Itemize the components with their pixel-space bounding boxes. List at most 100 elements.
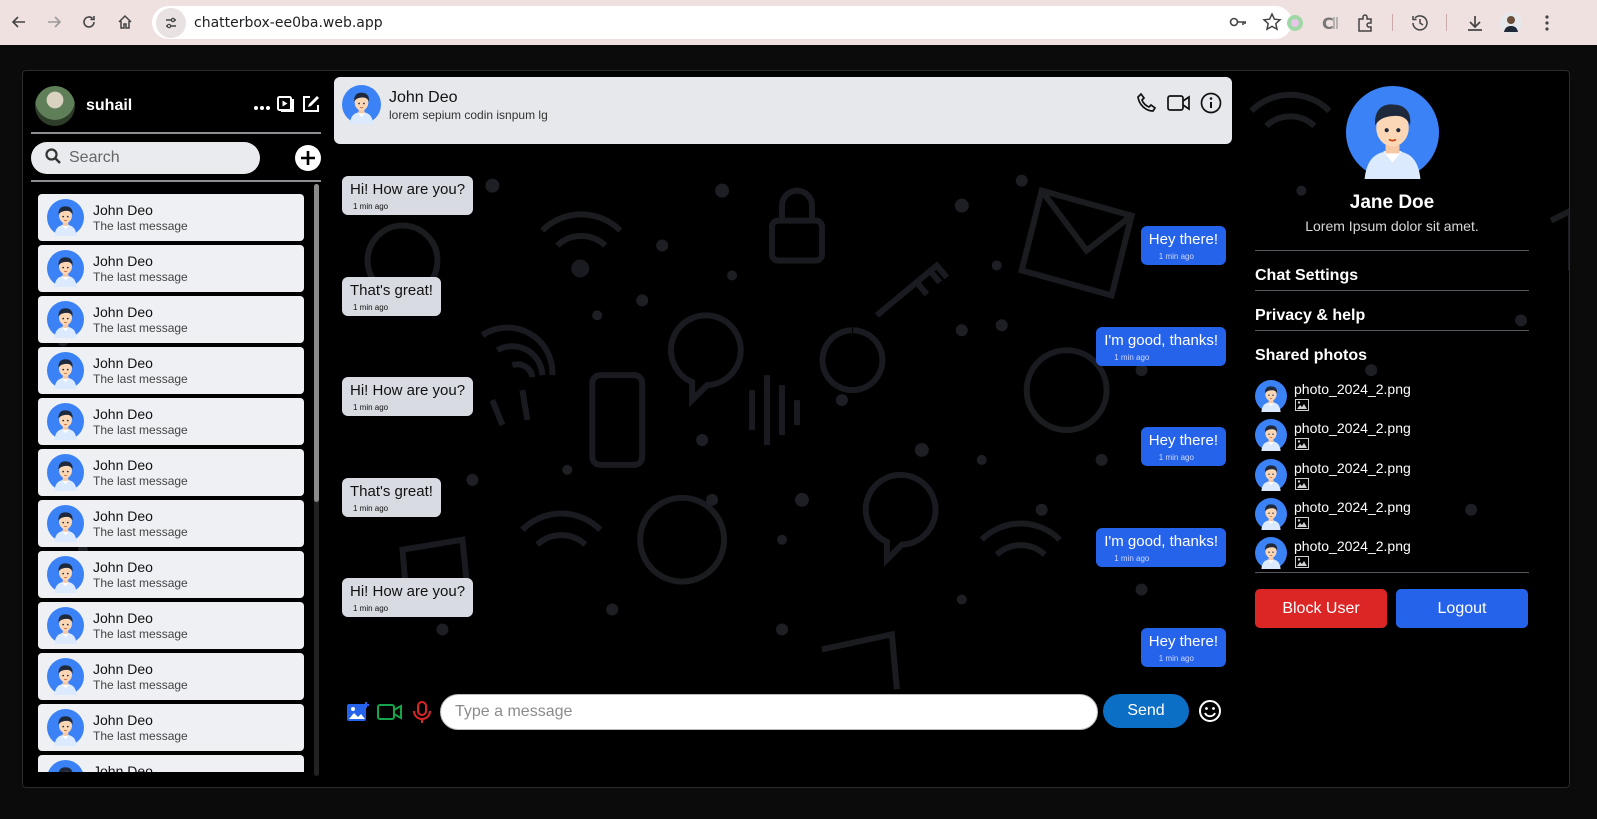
extension-icon[interactable]: [1283, 11, 1307, 35]
avatar: [1255, 498, 1287, 530]
image-icon: [1295, 399, 1309, 411]
photo-filename: photo_2024_2.png: [1294, 381, 1411, 397]
chat-list-item[interactable]: John DeoThe last message: [38, 704, 304, 751]
phone-icon[interactable]: [1136, 92, 1158, 119]
chat-list-scrollbar[interactable]: [314, 184, 319, 776]
chat-list-item[interactable]: John DeoThe last message: [38, 296, 304, 343]
video-play-icon[interactable]: [277, 95, 295, 118]
add-chat-button[interactable]: [295, 145, 321, 171]
outgoing-message[interactable]: Hey there! 1 min ago: [1140, 427, 1226, 466]
divider: [1255, 572, 1529, 573]
chat-list-item[interactable]: John DeoThe last message: [38, 347, 304, 394]
incoming-message[interactable]: That's great! 1 min ago: [342, 478, 441, 517]
divider: [1255, 250, 1529, 251]
site-info-icon[interactable]: [156, 7, 186, 38]
chat-item-name: John Deo: [93, 304, 153, 320]
message-text: I'm good, thanks!: [1104, 533, 1218, 550]
search-box[interactable]: [31, 142, 260, 174]
privacy-help-option[interactable]: Privacy & help: [1255, 307, 1365, 325]
microphone-icon[interactable]: [412, 701, 436, 723]
avatar: [47, 505, 84, 542]
chat-list-item[interactable]: John DeoThe last message: [38, 449, 304, 496]
edit-compose-icon[interactable]: [301, 94, 321, 119]
incoming-message[interactable]: Hi! How are you? 1 min ago: [342, 176, 474, 215]
shared-photo-item[interactable]: photo_2024_2.png: [1255, 498, 1529, 532]
message-composer: Send: [342, 691, 1221, 731]
message-timestamp: 1 min ago: [1114, 353, 1150, 362]
profile-avatar-icon[interactable]: [1499, 11, 1523, 35]
outgoing-message[interactable]: Hey there! 1 min ago: [1140, 226, 1226, 265]
outgoing-message[interactable]: Hey there! 1 min ago: [1140, 628, 1226, 667]
plus-icon: [301, 151, 315, 165]
home-icon[interactable]: [112, 9, 138, 35]
message-text: That's great!: [350, 282, 433, 299]
contact-details-panel: Jane Doe Lorem Ipsum dolor sit amet. Cha…: [1255, 79, 1529, 781]
search-input[interactable]: [69, 149, 239, 167]
shared-photo-item[interactable]: photo_2024_2.png: [1255, 419, 1529, 453]
chat-list-item[interactable]: John DeoThe last message: [38, 551, 304, 598]
chat-settings-option[interactable]: Chat Settings: [1255, 267, 1358, 285]
chat-item-name: John Deo: [93, 253, 153, 269]
bookmark-star-icon[interactable]: [1262, 12, 1282, 37]
shared-photo-item[interactable]: photo_2024_2.png: [1255, 459, 1529, 493]
chat-list-item[interactable]: John DeoThe last message: [38, 500, 304, 547]
browser-toolbar: chatterbox-ee0ba.web.app C: [0, 0, 1597, 45]
scrollbar-thumb[interactable]: [314, 184, 319, 502]
chat-item-last-message: The last message: [93, 219, 188, 233]
avatar: [1255, 459, 1287, 491]
extension-c-icon[interactable]: C: [1318, 11, 1342, 35]
info-icon[interactable]: [1200, 92, 1222, 119]
avatar[interactable]: [1346, 86, 1439, 179]
chat-item-name: John Deo: [93, 406, 153, 422]
reload-icon[interactable]: [76, 9, 102, 35]
chat-item-name: John Deo: [93, 355, 153, 371]
photo-filename: photo_2024_2.png: [1294, 420, 1411, 437]
shared-photo-item[interactable]: photo_2024_2.png: [1255, 537, 1529, 571]
avatar: [1255, 419, 1287, 451]
password-key-icon[interactable]: [1228, 12, 1248, 37]
forward-icon[interactable]: [41, 9, 67, 35]
chat-list-item[interactable]: John DeoThe last message: [38, 653, 304, 700]
avatar[interactable]: [35, 86, 75, 126]
message-input[interactable]: [440, 694, 1098, 730]
back-icon[interactable]: [6, 9, 32, 35]
outgoing-message[interactable]: I'm good, thanks! 1 min ago: [1096, 528, 1226, 567]
svg-text:C: C: [1322, 14, 1334, 33]
emoji-icon[interactable]: [1198, 699, 1222, 723]
address-bar[interactable]: chatterbox-ee0ba.web.app: [152, 6, 1292, 39]
chat-item-name: John Deo: [93, 457, 153, 473]
chat-list-item[interactable]: John DeoThe last message: [38, 602, 304, 649]
outgoing-message[interactable]: I'm good, thanks! 1 min ago: [1096, 327, 1226, 366]
message-text: Hey there!: [1148, 432, 1218, 449]
message-timestamp: 1 min ago: [353, 202, 389, 211]
block-user-button[interactable]: Block User: [1255, 589, 1387, 628]
incoming-message[interactable]: That's great! 1 min ago: [342, 277, 441, 316]
more-options-icon[interactable]: [253, 98, 271, 116]
download-icon[interactable]: [1463, 11, 1487, 35]
video-record-icon[interactable]: [377, 701, 402, 723]
avatar[interactable]: [342, 85, 381, 124]
shared-photo-item[interactable]: photo_2024_2.png: [1255, 380, 1529, 414]
search-row: [31, 142, 321, 176]
image-upload-icon[interactable]: [346, 701, 370, 723]
incoming-message[interactable]: Hi! How are you? 1 min ago: [342, 377, 474, 416]
chat-list-item[interactable]: John DeoThe last message: [38, 245, 304, 292]
chat-list-item[interactable]: John DeoThe last message: [38, 398, 304, 445]
extensions-puzzle-icon[interactable]: [1353, 11, 1377, 35]
send-button[interactable]: Send: [1103, 694, 1189, 728]
video-call-icon[interactable]: [1167, 92, 1191, 119]
message-timestamp: 1 min ago: [1114, 554, 1150, 563]
logout-button[interactable]: Logout: [1396, 589, 1528, 628]
url-text: chatterbox-ee0ba.web.app: [194, 14, 383, 31]
image-icon: [1295, 438, 1309, 451]
incoming-message[interactable]: Hi! How are you? 1 min ago: [342, 578, 474, 617]
browser-menu-icon[interactable]: [1535, 11, 1559, 35]
chat-list-item[interactable]: John DeoThe last message: [38, 194, 304, 241]
history-icon[interactable]: [1408, 11, 1432, 35]
chat-list-item[interactable]: John DeoThe last message: [38, 755, 304, 772]
chat-list: John Deo The last message John Deo The last…: [38, 194, 306, 772]
search-icon: [45, 147, 61, 169]
avatar: [47, 709, 84, 746]
shared-photos-option[interactable]: Shared photos: [1255, 347, 1367, 365]
chat-item-name: John Deo: [93, 610, 153, 626]
